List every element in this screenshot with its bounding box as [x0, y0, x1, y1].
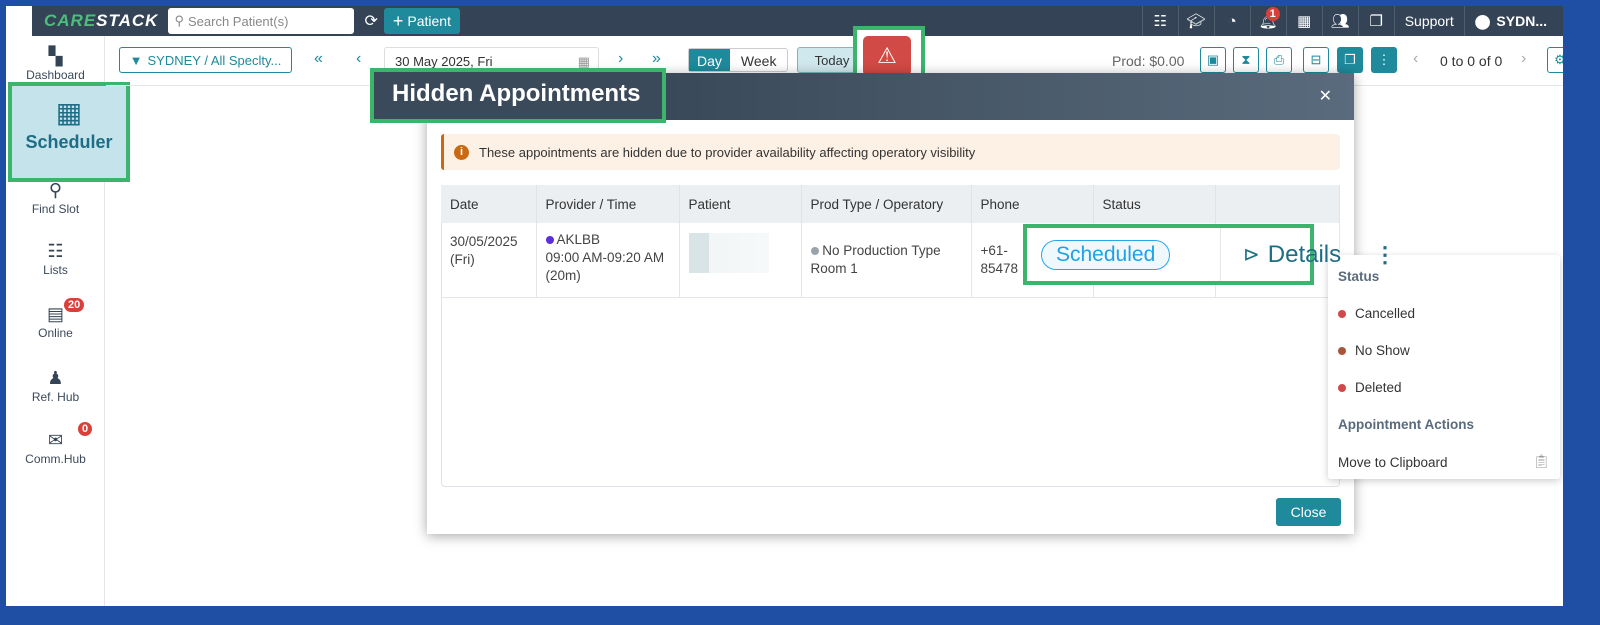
appointment-duration: (20m) [545, 268, 581, 283]
menu-item-cancelled[interactable]: Cancelled [1338, 306, 1415, 321]
sidebar-item-online[interactable]: ▤ 20 Online [6, 298, 105, 340]
search-icon: ⚲ [174, 13, 184, 28]
prod-type: No Production Type [822, 243, 941, 258]
provider-name: AKLBB [556, 232, 601, 247]
lists-icon[interactable]: ☷ [1141, 6, 1178, 36]
operatory: Room 1 [810, 261, 858, 276]
column-status: Status [1093, 185, 1216, 223]
next-week-button[interactable]: » [652, 50, 661, 68]
search-patient-input[interactable]: ⚲ Search Patient(s) [168, 8, 355, 34]
info-alert: i These appointments are hidden due to pr… [441, 134, 1340, 170]
filter-icon: ▼ [129, 52, 143, 68]
no-show-dot [1338, 346, 1346, 355]
actions-section-label: Appointment Actions [1338, 417, 1474, 432]
sidebar-item-ref-hub[interactable]: ♟ Ref. Hub [6, 368, 105, 404]
dashboard-icon: ▚ [48, 46, 63, 66]
messages-icon[interactable]: ❐ [1357, 6, 1394, 36]
status-badge: Scheduled [1041, 239, 1171, 270]
deleted-dot [1338, 383, 1346, 392]
pager-next-button[interactable]: › [1521, 50, 1526, 68]
table-header-row: Date Provider / Time Patient Prod Type /… [441, 185, 1340, 223]
close-icon[interactable]: ✕ [1319, 86, 1332, 106]
row-more-options-icon[interactable]: ⋮ [1374, 242, 1396, 268]
sidebar-item-comm-hub[interactable]: ✉ 0 Comm.Hub [6, 422, 105, 466]
calendar-plus-icon: ▤ 20 [6, 298, 105, 326]
prev-day-button[interactable]: ‹ [356, 50, 361, 68]
patient-name-blurred [688, 233, 769, 273]
support-link[interactable]: Support [1393, 6, 1464, 36]
search-icon: ⚲ [48, 180, 63, 200]
appointment-time: 09:00 AM-09:20 AM [545, 250, 665, 265]
production-total: Prod: $0.00 [1112, 53, 1185, 69]
prod-type-dot [810, 247, 819, 255]
column-prod-type: Prod Type / Operatory [801, 185, 972, 223]
column-patient: Patient [679, 185, 802, 223]
menu-item-move-to-clipboard[interactable]: Move to Clipboard 📋︎ [1338, 454, 1550, 470]
dashboard-chat-icon[interactable]: ◔ [1213, 6, 1250, 36]
status-section-label: Status [1338, 269, 1380, 284]
pager-prev-button[interactable]: ‹ [1413, 50, 1418, 68]
comm-hub-badge: 0 [78, 422, 93, 436]
modal-title: Hidden Appointments [392, 80, 641, 107]
copy-icon[interactable]: ❐ [1337, 47, 1363, 73]
info-icon: i [454, 144, 469, 160]
warning-icon: ⚠ [863, 36, 911, 76]
prev-week-button[interactable]: « [314, 50, 323, 68]
panel-open-icon: ⊳ [1243, 244, 1260, 266]
sidebar-item-dashboard[interactable]: ▚ Dashboard [6, 46, 105, 82]
week-view-tab[interactable]: Week [730, 49, 788, 71]
location-pin-icon: ⬤ [1474, 12, 1491, 29]
column-actions [1215, 185, 1340, 223]
modal-title-highlight: Hidden Appointments [370, 68, 666, 123]
calendar-icon[interactable]: ▦ [1285, 6, 1322, 36]
appointment-actions-menu: Status Cancelled No Show Deleted Appoint… [1328, 255, 1560, 479]
sidebar-item-scheduler[interactable]: ▦ Scheduler [8, 82, 130, 182]
online-badge: 20 [64, 298, 85, 312]
more-options-icon[interactable]: ⋮ [1371, 47, 1397, 73]
cancelled-dot [1338, 309, 1346, 318]
quick-launch-icon[interactable]: ⟳ [364, 11, 377, 31]
clipboard-icon: 📋︎ [1532, 454, 1550, 469]
close-button[interactable]: Close [1276, 498, 1341, 526]
carestack-logo[interactable]: CARESTACK [44, 11, 158, 31]
inbox-icon: ✉ 0 [6, 422, 105, 452]
print-icon[interactable]: ⎙ [1266, 47, 1292, 73]
notification-badge: 1 [1265, 7, 1280, 21]
bell-icon[interactable]: 🔔︎ 1 [1249, 6, 1286, 36]
column-date: Date [441, 185, 537, 223]
referral-icon: ♟ [47, 368, 64, 388]
status-actions-highlight: Scheduled ⊳ Details ⋮ [1023, 224, 1396, 285]
calendar-icon: ▦ [55, 97, 83, 128]
day-cell: (Fri) [450, 252, 475, 267]
top-nav-bar: CARESTACK ⚲ Search Patient(s) ⟳ + Patient … [32, 6, 1563, 36]
menu-item-no-show[interactable]: No Show [1338, 343, 1410, 358]
menu-item-deleted[interactable]: Deleted [1338, 380, 1402, 395]
day-view-tab[interactable]: Day [689, 49, 730, 71]
provider-color-dot [545, 236, 554, 244]
add-patient-button[interactable]: + Patient [383, 8, 460, 34]
hidden-appointments-modal: ✕ i These appointments are hidden due to … [427, 73, 1354, 534]
column-phone: Phone [971, 185, 1094, 223]
details-button[interactable]: ⊳ Details [1243, 241, 1341, 269]
app-window: CARESTACK ⚲ Search Patient(s) ⟳ + Patient … [6, 6, 1563, 606]
date-cell: 30/05/2025 [450, 234, 518, 249]
list-icon: ☷ [47, 241, 64, 261]
location-selector[interactable]: ⬤ SYDN... [1463, 6, 1563, 36]
users-icon[interactable]: 👥︎ [1321, 6, 1358, 36]
pager-text: 0 to 0 of 0 [1440, 53, 1503, 69]
education-icon[interactable]: 🎓︎ [1177, 6, 1214, 36]
chair-icon[interactable]: ⊟ [1303, 47, 1329, 73]
settings-icon[interactable]: ⚙ [1547, 47, 1563, 73]
next-day-button[interactable]: › [618, 50, 623, 68]
hourglass-icon[interactable]: ⧗ [1233, 47, 1259, 73]
calendar-x-icon[interactable]: ▣ [1200, 47, 1226, 73]
location-filter-button[interactable]: ▼ SYDNEY / All Speclty... [119, 47, 292, 73]
column-provider-time: Provider / Time [536, 185, 680, 223]
sidebar-item-find-slot[interactable]: ⚲ Find Slot [6, 180, 105, 216]
sidebar-item-lists[interactable]: ☷ Lists [6, 241, 105, 277]
